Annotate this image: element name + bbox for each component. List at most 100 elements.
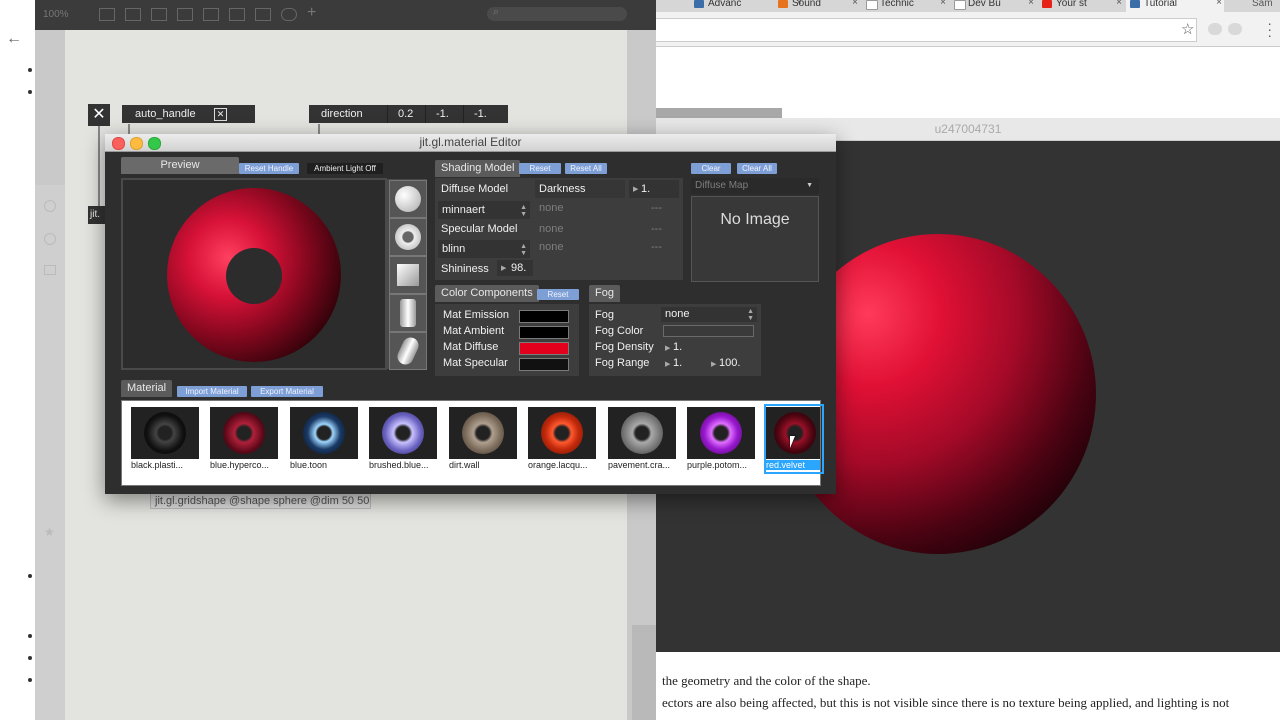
close-tab-icon[interactable]: × [1116,0,1122,8]
material-preset-selected[interactable] [766,407,820,459]
fog-density-label: Fog Density [595,341,654,353]
color-reset-button[interactable]: Reset [537,289,579,300]
add-icon[interactable]: + [307,4,316,22]
material-preset[interactable] [528,407,596,459]
address-bar[interactable] [656,18,1197,42]
toolbar-icon[interactable] [177,8,193,21]
fog-color-swatch[interactable] [663,325,754,337]
material-preset-label: red.velvet [766,460,820,470]
star-icon[interactable]: ★ [44,525,55,539]
cylinder-shape-button[interactable] [389,294,427,332]
zoom-level[interactable]: 100% [43,9,69,20]
preview-viewport[interactable] [123,180,385,368]
close-tab-icon[interactable]: × [940,0,946,8]
browser-tab[interactable]: Sound × [774,0,860,12]
tab-preview[interactable]: Preview [121,157,239,174]
bullet [28,90,32,94]
material-preset-label: dirt.wall [449,460,480,470]
cube-shape-button[interactable] [389,256,427,294]
specular-model-label: Specular Model [441,223,518,235]
shininess-label: Shininess [441,263,489,275]
extension-icon[interactable] [1208,23,1222,35]
mat-ambient-swatch[interactable] [519,326,569,339]
import-material-button[interactable]: Import Material [177,386,247,397]
mat-diffuse-swatch[interactable] [519,342,569,355]
number-box[interactable]: -1. [463,105,508,123]
sidebar-icon[interactable] [44,265,56,275]
back-arrow-icon[interactable]: ← [6,30,22,48]
sphere-icon [395,186,421,212]
sidebar-icon[interactable] [44,200,56,212]
fog-mode-menu[interactable]: none ▲ ▼ [661,307,757,322]
toolbar-icon[interactable] [151,8,167,21]
close-tab-icon[interactable]: × [1216,0,1222,8]
tab-fog[interactable]: Fog [589,285,620,302]
horizontal-scrollbar[interactable] [656,108,782,118]
diffuse-model-menu[interactable]: minnaert ▲ ▼ [438,201,530,219]
search-field[interactable] [487,7,627,21]
capsule-shape-button[interactable] [389,332,427,370]
close-tab-icon[interactable]: × [1028,0,1034,8]
toolbar-icon[interactable] [229,8,245,21]
browser-tab[interactable]: Technic × [862,0,948,12]
mat-emission-swatch[interactable] [519,310,569,323]
mat-specular-swatch[interactable] [519,358,569,371]
material-preset[interactable] [608,407,676,459]
browser-tab-active[interactable]: Tutorial × [1126,0,1224,12]
close-window-icon[interactable] [112,137,125,150]
reset-handle-button[interactable]: Reset Handle [239,163,299,174]
minimize-window-icon[interactable] [130,137,143,150]
profile-button[interactable]: Sam [1234,0,1280,12]
toolbar-icon[interactable] [203,8,219,21]
texture-map-menu[interactable]: Diffuse Map ▼ [691,178,819,194]
direction-object[interactable]: direction 0.2 -1. -1. [309,105,508,123]
tab-shading-model[interactable]: Shading Model [435,160,521,177]
material-preset[interactable] [687,407,755,459]
number-box[interactable]: -1. [425,105,464,123]
tab-color-components[interactable]: Color Components [435,285,539,302]
bookmark-star-icon[interactable]: ☆ [1181,20,1194,38]
material-preset[interactable] [449,407,517,459]
shading-reset-all-button[interactable]: Reset All [565,163,607,174]
toolbar-icon[interactable] [125,8,141,21]
triangle-icon: ▶ [633,186,639,193]
browser-tab[interactable]: Dev Bu × [950,0,1036,12]
specular-model-menu[interactable]: blinn ▲ ▼ [438,240,530,258]
toolbar-icon[interactable] [99,8,115,21]
toggle-icon[interactable]: ✕ [214,108,227,121]
sidebar-icon[interactable] [44,233,56,245]
texture-preview[interactable]: No Image [691,196,819,282]
tab-material[interactable]: Material [121,380,173,397]
extension-icon[interactable] [1228,23,1242,35]
updown-arrows-icon: ▲ ▼ [520,204,527,218]
article-line: the geometry and the color of the shape. [662,673,871,688]
auto-handle-message[interactable]: auto_handle ✕ [122,105,255,123]
zoom-window-icon[interactable] [148,137,161,150]
number-box[interactable]: 0.2 [387,105,426,123]
darkness-number-box[interactable]: ▶ 1. [629,180,679,198]
preset-torus-icon [621,412,663,454]
shading-reset-button[interactable]: Reset [519,163,561,174]
material-preset[interactable] [131,407,199,459]
material-preset[interactable] [210,407,278,459]
clock-icon[interactable] [281,8,297,21]
close-toggle-button[interactable]: ✕ [88,104,110,126]
close-tab-icon[interactable]: × [852,0,858,8]
export-material-button[interactable]: Export Material [251,386,323,397]
toolbar-icon[interactable] [255,8,271,21]
fog-range-end-box[interactable]: 100. [719,357,740,369]
texture-clear-all-button[interactable]: Clear All [737,163,777,174]
texture-clear-button[interactable]: Clear [691,163,731,174]
gridshape-object[interactable]: jit.gl.gridshape @shape sphere @dim 50 5… [150,493,371,509]
browser-tab[interactable]: Your st × [1038,0,1124,12]
fog-density-number-box[interactable]: 1. [673,341,682,353]
material-preset[interactable] [369,407,437,459]
shininess-number-box[interactable]: ▶ 98. [497,260,533,276]
sphere-shape-button[interactable] [389,180,427,218]
material-preset[interactable] [290,407,358,459]
menu-dots-icon[interactable]: · · · [1267,16,1272,42]
ambient-light-off-button[interactable]: Ambient Light Off [307,163,383,174]
torus-shape-button[interactable] [389,218,427,256]
fog-range-start-box[interactable]: 1. [673,357,682,369]
bullet [28,634,32,638]
